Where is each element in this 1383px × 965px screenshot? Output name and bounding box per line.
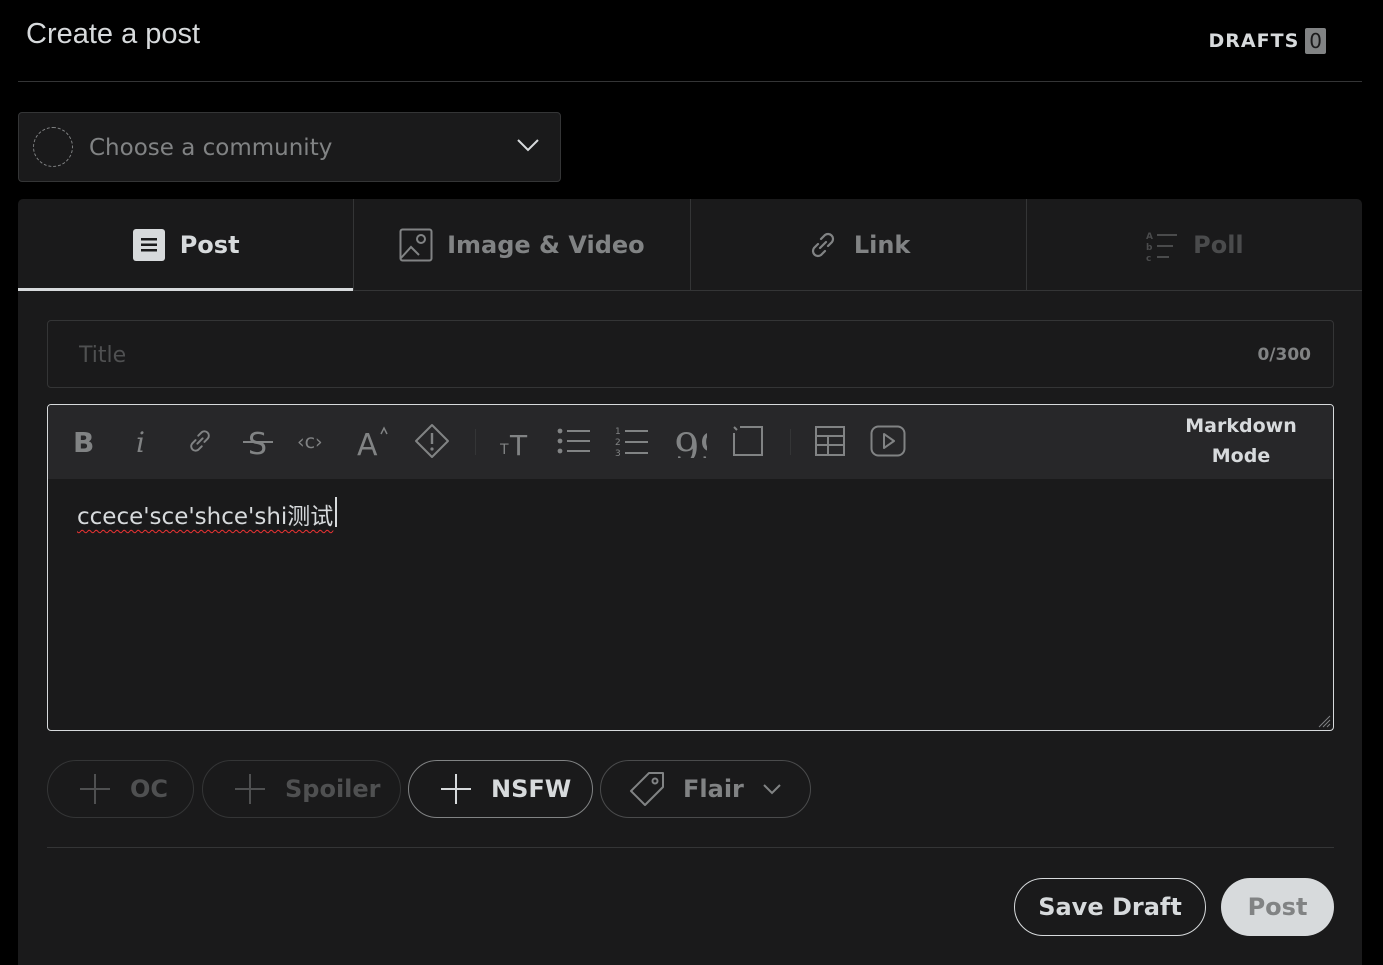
resize-handle-icon[interactable]: [1317, 714, 1331, 728]
tab-link[interactable]: Link: [691, 199, 1027, 290]
plus-icon: [235, 774, 265, 804]
poll-icon: A b c: [1146, 232, 1178, 262]
post-submit-button[interactable]: Post: [1221, 878, 1334, 936]
editor-body-text[interactable]: ccece'sce'shce'shi测试: [77, 497, 333, 531]
drafts-count-badge: 0: [1305, 28, 1326, 54]
chevron-down-icon: [517, 139, 539, 152]
svg-text:T: T: [500, 442, 509, 457]
post-type-tabs: Post Image & Video Link A b c Poll: [18, 199, 1362, 291]
spoiler-icon[interactable]: [412, 421, 452, 461]
svg-text:c: c: [1146, 254, 1151, 262]
page-title: Create a post: [26, 18, 201, 50]
nsfw-tag-button[interactable]: NSFW: [408, 760, 593, 818]
community-selector-label: Choose a community: [89, 135, 333, 161]
link-icon: [811, 232, 834, 257]
svg-text:99: 99: [674, 426, 707, 458]
section-divider: [47, 847, 1334, 848]
link-icon[interactable]: [180, 421, 220, 461]
title-field: 0/300: [47, 320, 1334, 389]
chevron-down-icon: [763, 784, 781, 795]
tab-post-label: Post: [179, 230, 240, 259]
toolbar-divider: [790, 429, 791, 455]
strikethrough-icon[interactable]: S: [238, 421, 278, 461]
editor-toolbar: B i S ‹c› A TT 1 2 3 9 Markdown Mode: [48, 405, 1333, 479]
svg-text:2: 2: [615, 438, 621, 448]
community-selector[interactable]: Choose a community: [18, 112, 561, 182]
table-icon[interactable]: [810, 421, 850, 461]
superscript-icon[interactable]: A: [354, 421, 394, 461]
svg-text:b: b: [1146, 243, 1153, 253]
svg-text:A: A: [357, 428, 378, 458]
italic-icon[interactable]: i: [122, 421, 162, 461]
svg-text:B: B: [73, 426, 94, 456]
tab-post[interactable]: Post: [18, 199, 355, 291]
code-block-icon[interactable]: [728, 421, 768, 461]
bold-icon[interactable]: B: [64, 421, 104, 461]
tab-poll-label: Poll: [1193, 230, 1244, 259]
tab-image-video[interactable]: Image & Video: [354, 199, 691, 290]
tab-image-video-label: Image & Video: [447, 230, 645, 259]
oc-tag-button[interactable]: OC: [47, 760, 194, 818]
tab-poll[interactable]: A b c Poll: [1027, 199, 1362, 290]
bulleted-list-icon[interactable]: [554, 421, 594, 461]
tag-icon: [630, 772, 664, 806]
spoiler-tag-button[interactable]: Spoiler: [202, 760, 401, 818]
text-caret: [335, 497, 337, 527]
drafts-label: DRAFTS: [1208, 30, 1300, 52]
svg-text:1: 1: [615, 427, 621, 437]
rich-text-editor: B i S ‹c› A TT 1 2 3 9 Markdown Mode cce…: [47, 404, 1334, 731]
tab-link-label: Link: [853, 230, 911, 259]
nsfw-tag-label: NSFW: [491, 775, 572, 803]
numbered-list-icon[interactable]: 123: [612, 421, 652, 461]
drafts-button[interactable]: DRAFTS 0: [1209, 28, 1326, 54]
markdown-mode-label-line2: Mode: [1211, 445, 1271, 467]
svg-text:T: T: [509, 429, 528, 457]
flair-dropdown-button[interactable]: Flair: [600, 760, 811, 818]
svg-text:i: i: [136, 426, 145, 456]
svg-text:3: 3: [615, 449, 621, 457]
community-avatar-placeholder: [33, 127, 73, 167]
image-icon: [399, 228, 433, 261]
markdown-mode-label-line1: Markdown: [1185, 415, 1297, 437]
svg-text:A: A: [1146, 232, 1153, 242]
oc-tag-label: OC: [130, 775, 169, 803]
heading-icon[interactable]: TT: [496, 421, 536, 461]
title-character-counter: 0/300: [1257, 345, 1311, 365]
flair-tag-label: Flair: [683, 775, 744, 803]
markdown-mode-toggle[interactable]: Markdown Mode: [1181, 411, 1301, 471]
plus-icon: [441, 774, 471, 804]
page-header: Create a post DRAFTS 0: [18, 0, 1362, 82]
embed-video-icon[interactable]: [868, 421, 908, 461]
spoiler-tag-label: Spoiler: [285, 775, 381, 803]
plus-icon: [80, 774, 110, 804]
toolbar-divider: [475, 429, 476, 455]
title-input[interactable]: [77, 321, 1181, 389]
post-icon: [132, 228, 165, 261]
svg-text:‹c›: ‹c›: [297, 431, 323, 453]
save-draft-button[interactable]: Save Draft: [1014, 878, 1206, 936]
inline-code-icon[interactable]: ‹c›: [296, 421, 336, 461]
post-composer-card: Post Image & Video Link A b c Poll Title…: [18, 199, 1362, 965]
quote-icon[interactable]: 99: [670, 421, 710, 461]
